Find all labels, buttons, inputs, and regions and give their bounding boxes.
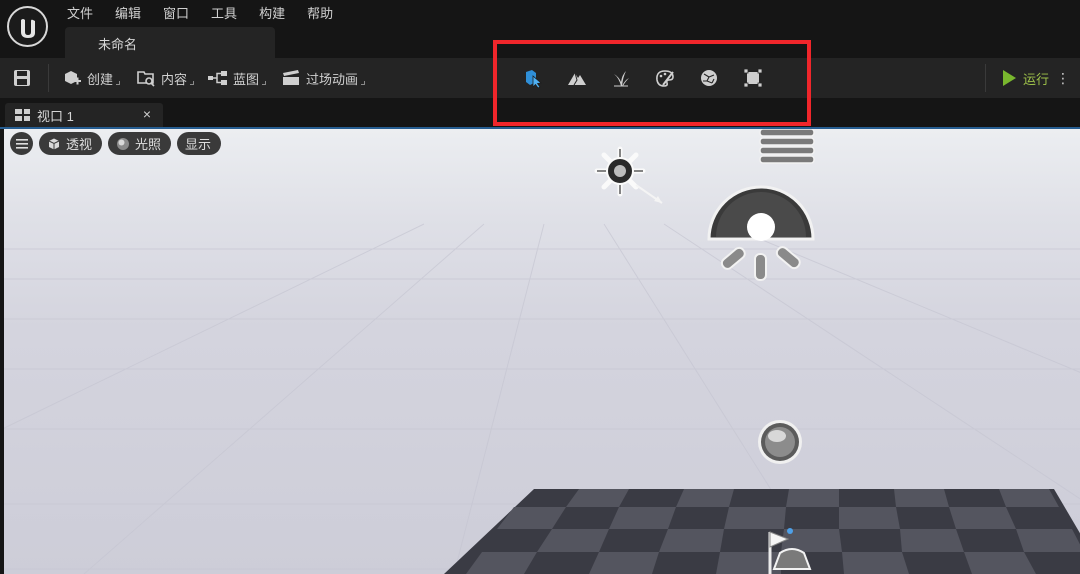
viewport-menu-button[interactable] (10, 132, 33, 155)
create-cube-icon (61, 68, 83, 88)
clapperboard-icon (280, 68, 302, 88)
lighting-button[interactable]: 光照 (108, 132, 172, 155)
create-label: 创建 (87, 71, 114, 87)
run-label: 运行 (1022, 71, 1049, 87)
viewport-tab[interactable]: 视口 1 × (5, 103, 163, 127)
dropdown-corner-icon (190, 81, 195, 85)
menu-tools[interactable]: 工具 (200, 0, 248, 24)
perspective-label: 透视 (66, 137, 93, 152)
unreal-logo-icon[interactable] (7, 6, 48, 47)
blueprint-icon (207, 68, 229, 88)
cinematics-button[interactable]: 过场动画 (280, 67, 366, 89)
perspective-cube-icon (48, 138, 60, 149)
save-icon[interactable] (12, 68, 32, 88)
viewport-scene (4, 129, 1080, 574)
content-browser-icon (135, 68, 157, 88)
close-icon[interactable]: × (143, 106, 151, 122)
show-label: 显示 (185, 137, 212, 152)
level-viewport[interactable]: 透视 光照 显示 (4, 129, 1080, 574)
toolbar-divider (985, 64, 986, 92)
play-icon (1002, 70, 1016, 86)
blueprint-label: 蓝图 (233, 71, 260, 87)
floor-plane (444, 489, 1080, 574)
blueprint-button[interactable]: 蓝图 (207, 67, 267, 89)
cinematics-label: 过场动画 (306, 71, 359, 87)
lit-sphere-icon (117, 137, 130, 150)
create-button[interactable]: 创建 (61, 67, 121, 89)
more-options-icon[interactable]: ⋮ (1056, 70, 1070, 87)
menu-help[interactable]: 帮助 (296, 0, 344, 24)
main-menu: 文件 编辑 窗口 工具 构建 帮助 (56, 0, 344, 24)
dropdown-corner-icon (262, 81, 267, 85)
directional-light-icon (594, 146, 663, 204)
toolbar-divider (48, 64, 49, 92)
editor-window: 文件 编辑 窗口 工具 构建 帮助 未命名 创建 内容 蓝图 过场动画 运行 ⋮… (0, 0, 1080, 574)
menu-file[interactable]: 文件 (56, 0, 104, 24)
dropdown-corner-icon (116, 81, 121, 85)
lighting-label: 光照 (135, 137, 162, 152)
show-button[interactable]: 显示 (177, 132, 222, 155)
sky-light-icon (707, 185, 815, 281)
menu-build[interactable]: 构建 (248, 0, 296, 24)
dropdown-corner-icon (361, 81, 366, 85)
menu-edit[interactable]: 编辑 (104, 0, 152, 24)
menu-window[interactable]: 窗口 (152, 0, 200, 24)
sky-atmosphere-icon (759, 129, 815, 164)
viewport-tab-label: 视口 1 (37, 108, 74, 124)
hamburger-icon (15, 138, 28, 149)
viewport-layout-icon (15, 109, 30, 121)
document-tab[interactable]: 未命名 (65, 27, 275, 58)
content-button[interactable]: 内容 (135, 67, 195, 89)
reflection-capture-sphere (758, 420, 802, 464)
run-button[interactable]: 运行 ⋮ (1002, 67, 1070, 89)
viewport-options-bar: 透视 光照 显示 (10, 132, 222, 155)
perspective-button[interactable]: 透视 (39, 132, 103, 155)
content-label: 内容 (161, 71, 188, 87)
highlight-box (493, 40, 811, 126)
